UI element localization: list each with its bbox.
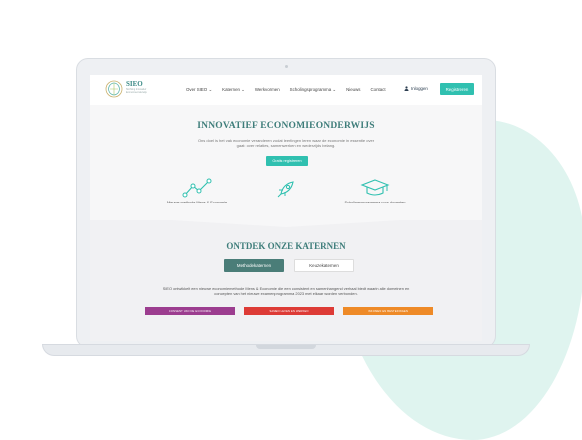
laptop-notch xyxy=(256,345,316,349)
section-divider xyxy=(90,203,482,227)
nav-item-katernen[interactable]: Katernen ⌄ xyxy=(222,87,245,93)
katern-card-1[interactable]: CONSENT VAN DE ECONOMIE xyxy=(145,307,235,315)
katern-card-3[interactable]: INKOMEN EN BESTEDINGEN xyxy=(343,307,433,315)
sieo-logo-icon[interactable] xyxy=(105,79,123,99)
nav-item-werkvormen[interactable]: Werkvormen xyxy=(255,87,280,93)
main-nav: Over SIEO ⌄ Katernen ⌄ Werkvormen Scholi… xyxy=(186,87,386,93)
hero-text: Ons doel is het vak economie veranderen … xyxy=(197,138,375,149)
feature-methode[interactable]: Nieuwe methode Mens & Economie xyxy=(162,178,232,206)
katernen-title: ONTDEK ONZE KATERNEN xyxy=(226,241,346,251)
laptop-base xyxy=(42,344,530,356)
login-link[interactable]: Inloggen xyxy=(404,86,428,91)
laptop-frame: SIEO Stichting Innovatief Economieonderw… xyxy=(76,58,496,348)
rocket-icon xyxy=(277,181,294,198)
register-button[interactable]: Registreren xyxy=(440,83,474,95)
nav-item-over-sieo[interactable]: Over SIEO ⌄ xyxy=(186,87,212,93)
katernen-description: SIEO ontwikkelt een nieuwe economiemetho… xyxy=(162,286,410,297)
nav-item-contact[interactable]: Contact xyxy=(370,87,385,93)
nav-item-scholingsprogramma[interactable]: Scholingsprogramma ⌄ xyxy=(290,87,336,93)
katern-card-2[interactable]: SAMEN LEVEN EN WERKEN xyxy=(244,307,334,315)
user-icon xyxy=(404,86,409,91)
katernen-section xyxy=(90,220,482,341)
laptop-screen: SIEO Stichting Innovatief Economieonderw… xyxy=(90,75,482,341)
hero-title: INNOVATIEF ECONOMIEONDERWIJS xyxy=(197,121,375,131)
brand-subtitle: Stichting Innovatief Economieonderwijs xyxy=(126,88,147,94)
network-icon xyxy=(182,178,212,198)
nav-item-nieuws[interactable]: Nieuws xyxy=(346,87,360,93)
camera-dot xyxy=(284,65,288,68)
login-label: Inloggen xyxy=(411,86,428,91)
brand-name: SIEO xyxy=(126,80,143,88)
free-register-button[interactable]: Gratis registreren xyxy=(266,156,308,166)
tab-keuzekaternen[interactable]: Keuzekaternen xyxy=(294,259,354,272)
feature-scholing[interactable]: Scholingsprogramma voor docenten xyxy=(340,178,410,206)
brand-block: SIEO Stichting Innovatief Economieonderw… xyxy=(126,80,166,95)
site-header: SIEO Stichting Innovatief Economieonderw… xyxy=(90,75,482,105)
tab-methodekaternen[interactable]: Methodekaternen xyxy=(224,259,284,272)
graduation-cap-icon xyxy=(360,179,390,196)
